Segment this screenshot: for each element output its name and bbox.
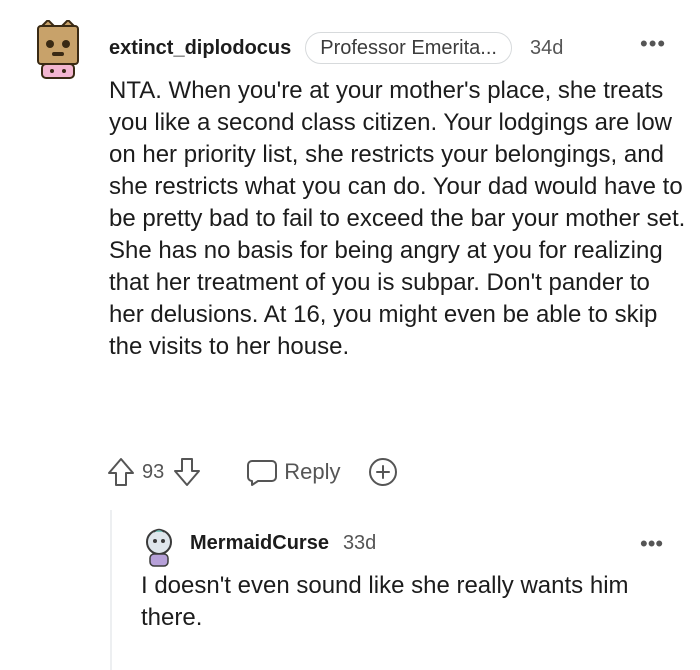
user-flair: Professor Emerita... [305, 32, 512, 64]
avatar[interactable] [142, 528, 176, 568]
arrow-up-outline-icon [108, 458, 134, 486]
reply-body: I doesn't even sound like she really wan… [141, 572, 629, 631]
reply-button[interactable]: Reply [246, 457, 341, 487]
comment-body: NTA. When you're at your mother's place,… [109, 77, 686, 360]
vote-score: 93 [142, 460, 165, 483]
upvote-button[interactable] [106, 456, 136, 488]
downvote-button[interactable] [172, 456, 202, 488]
more-options-button[interactable]: ••• [640, 33, 666, 55]
more-options-button[interactable]: ••• [640, 533, 663, 555]
comment-header: extinct_diplodocus Professor Emerita... … [109, 32, 563, 64]
arrow-down-outline-icon [174, 458, 201, 486]
username-link[interactable]: extinct_diplodocus [109, 37, 291, 60]
speech-bubble-icon [247, 460, 278, 486]
comment-actions: 93 Reply [106, 452, 399, 492]
reply-label: Reply [284, 459, 341, 484]
comment-age: 34d [529, 36, 564, 59]
thread-line[interactable] [110, 510, 112, 670]
avatar[interactable] [34, 18, 82, 80]
plus-circle-icon [368, 458, 397, 486]
reply-header: MermaidCurse 33d [190, 532, 376, 555]
award-button[interactable] [367, 456, 399, 488]
comment-age: 33d [342, 532, 377, 554]
username-link[interactable]: MermaidCurse [190, 532, 329, 555]
